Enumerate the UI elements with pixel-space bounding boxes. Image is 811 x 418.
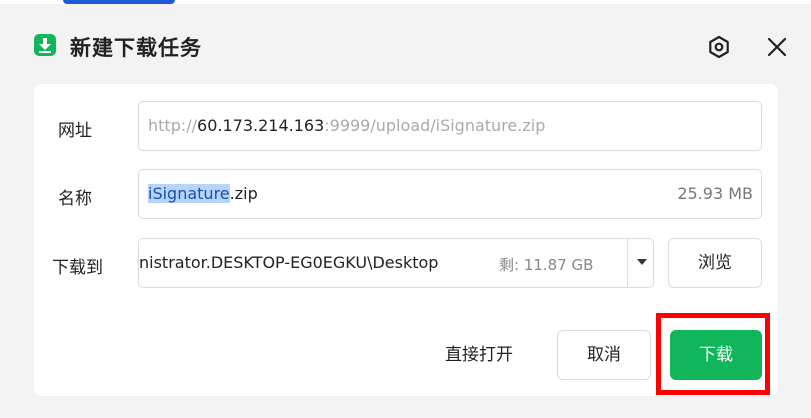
name-label: 名称 xyxy=(58,189,92,209)
new-download-dialog: 新建下载任务 网址 http://60.173.214.163:9999/upl… xyxy=(0,0,811,418)
url-value: http://60.173.214.163:9999/upload/iSigna… xyxy=(148,116,546,135)
url-field[interactable]: http://60.173.214.163:9999/upload/iSigna… xyxy=(138,101,762,151)
dialog-title: 新建下载任务 xyxy=(70,36,202,60)
cancel-button[interactable]: 取消 xyxy=(557,330,651,380)
save-to-label: 下载到 xyxy=(52,258,103,278)
url-label: 网址 xyxy=(58,121,92,141)
browse-button[interactable]: 浏览 xyxy=(668,238,762,288)
title-bar: 新建下载任务 xyxy=(0,4,811,74)
filename-field[interactable]: iSignature.zip 25.93 MB xyxy=(138,169,762,219)
dropdown-divider xyxy=(627,239,628,287)
save-path-combobox[interactable]: nistrator.DESKTOP-EG0EGKU\Desktop 剩: 11.… xyxy=(138,238,654,288)
chevron-down-icon[interactable] xyxy=(637,259,647,265)
save-path-value: nistrator.DESKTOP-EG0EGKU\Desktop xyxy=(139,253,439,272)
file-size: 25.93 MB xyxy=(677,184,753,203)
filename-selected-text: iSignature xyxy=(148,184,230,203)
download-button[interactable]: 下载 xyxy=(670,330,762,380)
close-icon[interactable] xyxy=(764,34,790,60)
filename-value: iSignature.zip xyxy=(148,184,258,203)
free-space-label: 剩: 11.87 GB xyxy=(499,256,594,274)
settings-icon[interactable] xyxy=(706,34,732,60)
open-directly-button[interactable]: 直接打开 xyxy=(418,330,540,380)
download-arrow-icon xyxy=(34,34,56,56)
